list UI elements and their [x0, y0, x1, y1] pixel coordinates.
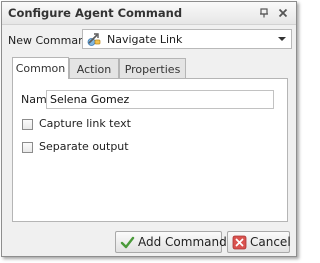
tab-common-label: Common	[15, 62, 66, 75]
command-select[interactable]: Navigate Link	[82, 29, 292, 49]
close-icon[interactable]	[275, 5, 290, 20]
checkmark-icon	[120, 235, 135, 250]
separate-output-label[interactable]: Separate output	[39, 140, 129, 153]
name-input[interactable]: Selena Gomez	[46, 90, 274, 109]
tab-action[interactable]: Action	[69, 58, 119, 78]
new-command-label: New Command	[8, 34, 93, 47]
tab-common[interactable]: Common	[12, 57, 69, 79]
tab-action-label: Action	[76, 63, 112, 76]
cancel-label: Cancel	[250, 235, 291, 249]
capture-link-text-checkbox[interactable]	[22, 119, 33, 130]
separate-output-checkbox[interactable]	[22, 142, 33, 153]
tab-properties[interactable]: Properties	[119, 58, 186, 78]
cancel-icon	[232, 235, 247, 250]
add-command-button[interactable]: Add Command	[115, 231, 227, 253]
tab-properties-label: Properties	[124, 63, 181, 76]
dialog-title: Configure Agent Command	[8, 6, 183, 20]
chevron-down-icon[interactable]	[278, 37, 286, 41]
navigate-link-icon	[86, 31, 102, 47]
title-bar[interactable]: Configure Agent Command	[2, 2, 296, 25]
cancel-button[interactable]: Cancel	[227, 231, 291, 253]
pin-icon[interactable]	[256, 5, 271, 20]
configure-agent-command-dialog: Configure Agent Command New Command Navi…	[1, 1, 297, 257]
common-tab-panel: Name Selena Gomez Capture link text Sepa…	[12, 78, 288, 222]
command-select-value: Navigate Link	[107, 33, 183, 46]
add-command-label: Add Command	[138, 235, 227, 249]
capture-link-text-label[interactable]: Capture link text	[39, 117, 131, 130]
